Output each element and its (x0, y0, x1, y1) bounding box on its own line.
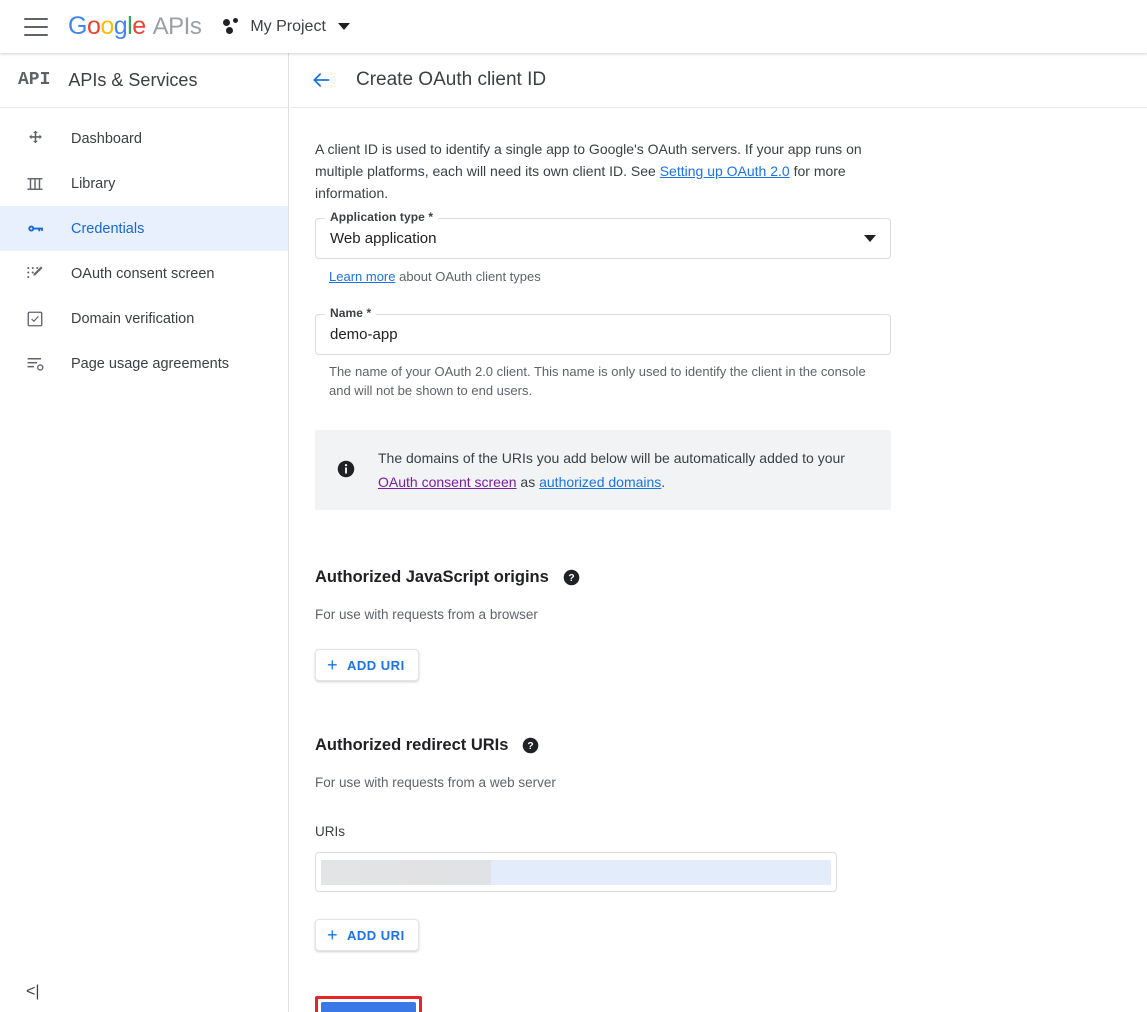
add-uri-button-js-origins[interactable]: + ADD URI (315, 649, 419, 681)
name-label: Name * (325, 306, 376, 320)
setting-up-oauth-link[interactable]: Setting up OAuth 2.0 (660, 163, 790, 179)
google-apis-logo: Google APIs (68, 12, 201, 41)
library-icon (22, 173, 48, 195)
learn-more-helper: Learn more about OAuth client types (329, 267, 874, 286)
key-icon (22, 218, 48, 240)
info-icon (337, 460, 355, 483)
chevron-down-icon (338, 23, 350, 30)
learn-more-link[interactable]: Learn more (329, 269, 395, 284)
info-banner-text: The domains of the URIs you add below wi… (378, 446, 875, 494)
chevron-down-icon (864, 235, 876, 242)
main-content: Create OAuth client ID A client ID is us… (290, 53, 1147, 1012)
plus-icon: + (327, 926, 338, 944)
sidebar-item-oauth-consent-screen[interactable]: OAuth consent screen (0, 251, 288, 296)
learn-more-rest: about OAuth client types (395, 269, 540, 284)
form-container: A client ID is used to identify a single… (290, 108, 1147, 1012)
redirect-uris-section: Authorized redirect URIs ? For use with … (315, 736, 1147, 951)
application-type-select[interactable]: Web application (315, 218, 891, 259)
sidebar-item-label: Credentials (71, 221, 144, 237)
domain-verification-icon (22, 308, 48, 330)
sidebar-item-dashboard[interactable]: Dashboard (0, 116, 288, 161)
sidebar: API APIs & Services Dashboard (0, 53, 289, 1012)
menu-icon[interactable] (24, 18, 48, 36)
redirect-uris-description: For use with requests from a web server (315, 775, 1147, 790)
project-selector[interactable]: My Project (223, 18, 350, 36)
help-icon[interactable]: ? (522, 737, 539, 754)
banner-part2: as (517, 474, 540, 490)
create-button-highlight: CREATE (315, 996, 422, 1012)
redirect-uris-title: Authorized redirect URIs (315, 736, 508, 755)
js-origins-section: Authorized JavaScript origins ? For use … (315, 568, 1147, 681)
back-arrow-icon[interactable] (310, 70, 332, 90)
sidebar-item-domain-verification[interactable]: Domain verification (0, 296, 288, 341)
main-header: Create OAuth client ID (290, 53, 1147, 108)
add-uri-label: ADD URI (347, 928, 405, 943)
banner-part3: . (661, 474, 665, 490)
info-banner: The domains of the URIs you add below wi… (315, 430, 891, 510)
redirect-uris-header: Authorized redirect URIs ? (315, 736, 1147, 755)
js-origins-title: Authorized JavaScript origins (315, 568, 549, 587)
apis-logo-text: APIs (153, 13, 202, 41)
sidebar-item-credentials[interactable]: Credentials (0, 206, 288, 251)
svg-text:?: ? (568, 573, 574, 584)
page-title: Create OAuth client ID (356, 69, 546, 91)
dashboard-icon (22, 128, 48, 150)
oauth-consent-screen-link[interactable]: OAuth consent screen (378, 474, 517, 490)
sidebar-item-label: Page usage agreements (71, 356, 229, 372)
sidebar-item-page-usage-agreements[interactable]: Page usage agreements (0, 341, 288, 386)
name-helper-text: The name of your OAuth 2.0 client. This … (329, 362, 874, 400)
name-input-box[interactable]: demo-app (315, 314, 891, 355)
sidebar-item-label: Domain verification (71, 311, 194, 327)
consent-screen-icon (22, 263, 48, 285)
application-type-field[interactable]: Application type * Web application (315, 218, 891, 259)
application-type-label: Application type * (325, 210, 438, 224)
project-icon (223, 18, 241, 36)
create-button[interactable]: CREATE (321, 1002, 416, 1012)
help-icon[interactable]: ? (563, 569, 580, 586)
sidebar-item-label: OAuth consent screen (71, 266, 214, 282)
application-type-value: Web application (330, 230, 436, 247)
name-input-value[interactable]: demo-app (330, 326, 398, 343)
top-bar: Google APIs My Project (0, 0, 1147, 53)
form-actions: CREATE CANCEL (315, 993, 1147, 1012)
js-origins-header: Authorized JavaScript origins ? (315, 568, 1147, 587)
uri-input[interactable] (315, 852, 837, 892)
authorized-domains-link[interactable]: authorized domains (539, 474, 661, 490)
page-root: Google APIs My Project API APIs & Servic… (0, 0, 1147, 1012)
uri-input-redacted-value (321, 860, 831, 885)
uris-label: URIs (315, 824, 1147, 839)
sidebar-item-library[interactable]: Library (0, 161, 288, 206)
sidebar-item-label: Dashboard (71, 131, 142, 147)
js-origins-description: For use with requests from a browser (315, 607, 1147, 622)
page-usage-icon (22, 353, 48, 375)
api-logo-icon: API (18, 70, 50, 90)
plus-icon: + (327, 656, 338, 674)
sidebar-title: APIs & Services (68, 70, 197, 91)
banner-part1: The domains of the URIs you add below wi… (378, 450, 845, 466)
sidebar-header: API APIs & Services (0, 53, 288, 108)
svg-text:?: ? (528, 741, 534, 752)
collapse-sidebar-button[interactable]: <| (26, 984, 40, 1000)
sidebar-nav: Dashboard Library (0, 108, 288, 386)
add-uri-button-redirect-uris[interactable]: + ADD URI (315, 919, 419, 951)
sidebar-item-label: Library (71, 176, 115, 192)
intro-paragraph: A client ID is used to identify a single… (315, 138, 893, 204)
project-name: My Project (250, 18, 326, 36)
add-uri-label: ADD URI (347, 658, 405, 673)
name-field[interactable]: Name * demo-app (315, 314, 891, 355)
